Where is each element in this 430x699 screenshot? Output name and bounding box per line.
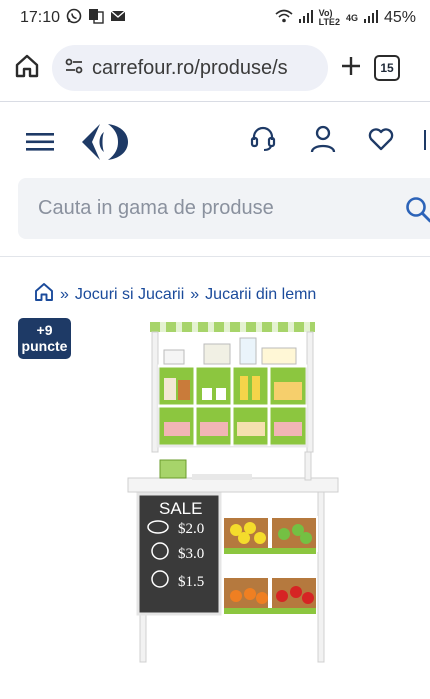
browser-toolbar: carrefour.ro/produse/s 15	[0, 36, 430, 100]
site-header	[0, 112, 430, 172]
points-value: +9	[36, 322, 53, 338]
battery-level: 45%	[383, 9, 416, 26]
search-icon[interactable]	[404, 195, 430, 228]
address-bar[interactable]: carrefour.ro/produse/s	[52, 45, 328, 91]
clock: 17:10	[20, 9, 61, 26]
price-label-lemon: $2.0	[178, 521, 204, 537]
hamburger-menu-icon[interactable]	[26, 132, 54, 157]
cart-icon[interactable]	[424, 130, 430, 150]
account-icon[interactable]	[310, 125, 336, 158]
search-input[interactable]	[36, 196, 400, 221]
signal-icon	[298, 9, 313, 28]
wishlist-heart-icon[interactable]	[368, 127, 394, 156]
sale-sign-text: SALE	[159, 499, 202, 518]
home-icon[interactable]	[12, 51, 42, 86]
price-label-apple: $3.0	[178, 546, 204, 562]
url-text: carrefour.ro/produse/s	[92, 56, 288, 79]
network-4g-indicator: 4G	[345, 12, 358, 23]
breadcrumb-link-subcategory[interactable]: Jucarii din lemn	[205, 286, 316, 304]
breadcrumb: » Jocuri si Jucarii » Jucarii din lemn	[34, 282, 316, 307]
points-label: puncte	[21, 338, 68, 354]
product-image[interactable]: SALE $2.0 $3.0 $1.5	[120, 318, 350, 670]
whatsapp-icon	[66, 8, 82, 29]
tab-switcher-button[interactable]: 15	[374, 55, 400, 81]
price-label-orange: $1.5	[178, 574, 204, 590]
translate-icon	[88, 8, 104, 29]
wifi-icon	[275, 9, 293, 28]
new-tab-icon[interactable]	[338, 53, 364, 84]
carrefour-logo-icon[interactable]	[78, 122, 134, 167]
site-settings-icon[interactable]	[64, 56, 84, 81]
breadcrumb-separator: »	[60, 285, 69, 303]
breadcrumb-home-icon[interactable]	[34, 282, 54, 307]
search-bar	[18, 178, 430, 239]
header-divider	[0, 256, 430, 257]
customer-support-icon[interactable]	[250, 126, 276, 157]
volte-indicator: Vo) LTE2	[318, 8, 340, 27]
signal-icon-2	[363, 9, 378, 28]
breadcrumb-link-category[interactable]: Jocuri si Jucarii	[75, 286, 184, 304]
mail-icon	[110, 9, 126, 28]
points-badge: +9 puncte	[18, 318, 71, 359]
breadcrumb-separator: »	[190, 285, 200, 303]
toolbar-divider	[0, 101, 430, 102]
status-bar: 17:10 Vo) LTE2 4G 45%	[0, 0, 430, 36]
